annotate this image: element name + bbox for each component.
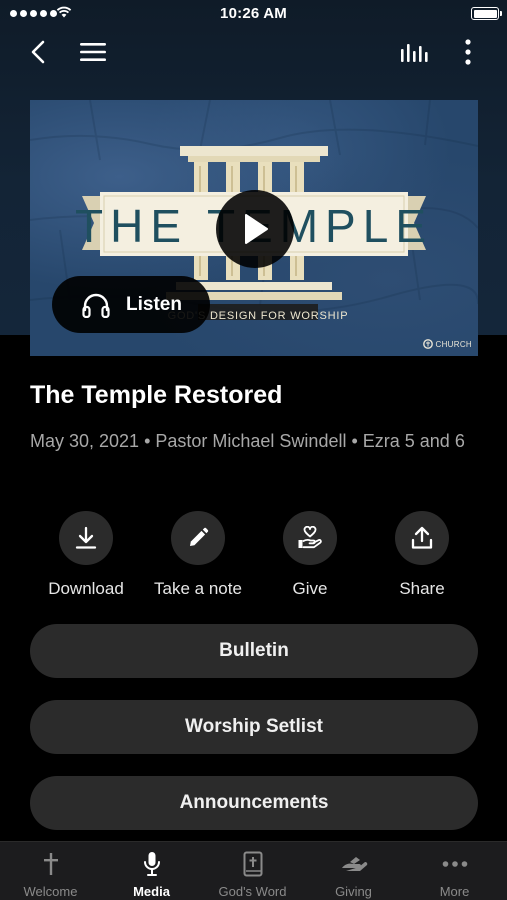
battery-icon [471,7,502,20]
download-icon [75,526,97,549]
play-button[interactable] [216,190,294,268]
listen-label: Listen [126,293,182,315]
share-label: Share [399,579,445,598]
church-logo-icon [422,339,433,349]
give-hand-heart-icon [298,526,322,549]
hamburger-menu-icon [80,43,106,61]
horizontal-dots-icon [442,861,467,867]
listen-button[interactable]: Listen [52,276,210,333]
sermon-artwork: THE TEMPLE GOD'S DESIGN FOR WORSHIP List… [30,100,478,356]
play-icon [245,214,268,244]
status-time: 10:26 AM [220,5,287,22]
tab-gods-word[interactable]: God's Word [202,842,303,900]
more-options-button[interactable] [452,36,484,68]
share-icon [411,526,433,549]
nav-bar [0,30,507,74]
bible-icon [243,851,262,877]
tab-giving[interactable]: Giving [303,842,404,900]
church-logo: CHURCH [422,339,472,349]
take-note-label: Take a note [154,579,242,598]
pencil-icon [190,527,209,546]
sermon-meta: May 30, 2021 • Pastor Michael Swindell •… [30,431,465,451]
chevron-left-icon [31,40,45,64]
give-action[interactable]: Give [254,511,366,599]
cross-icon [43,853,58,875]
status-bar: 10:26 AM [0,0,507,28]
tab-welcome[interactable]: Welcome [0,842,101,900]
share-action[interactable]: Share [366,511,478,599]
tab-gods-word-label: God's Word [218,884,287,899]
tab-bar: Welcome Media God's Word Giving More [0,841,507,900]
share-button[interactable] [395,511,449,565]
giving-hand-icon [341,857,367,871]
back-button[interactable] [22,36,54,68]
tab-more[interactable]: More [404,842,505,900]
bulletin-button[interactable]: Bulletin [30,624,478,678]
download-button[interactable] [59,511,113,565]
vertical-dots-icon [465,39,471,65]
tab-giving-label: Giving [335,884,372,899]
tab-welcome-label: Welcome [23,884,78,899]
take-note-action[interactable]: Take a note [142,511,254,599]
menu-button[interactable] [77,36,109,68]
download-label: Download [48,579,124,598]
microphone-icon [143,852,160,876]
sermon-title: The Temple Restored [30,381,283,409]
church-logo-text: CHURCH [435,339,472,349]
audio-levels-button[interactable] [399,36,431,68]
tab-media[interactable]: Media [101,842,202,900]
audio-levels-icon [401,44,428,62]
worship-setlist-button[interactable]: Worship Setlist [30,700,478,754]
tab-more-label: More [439,884,470,899]
action-row: Download Take a note Give Share [30,511,478,601]
take-note-button[interactable] [171,511,225,565]
download-action[interactable]: Download [30,511,142,599]
give-button[interactable] [283,511,337,565]
give-label: Give [292,579,328,598]
headphones-icon [82,293,110,318]
tab-media-label: Media [133,884,170,899]
announcements-button[interactable]: Announcements [30,776,478,830]
